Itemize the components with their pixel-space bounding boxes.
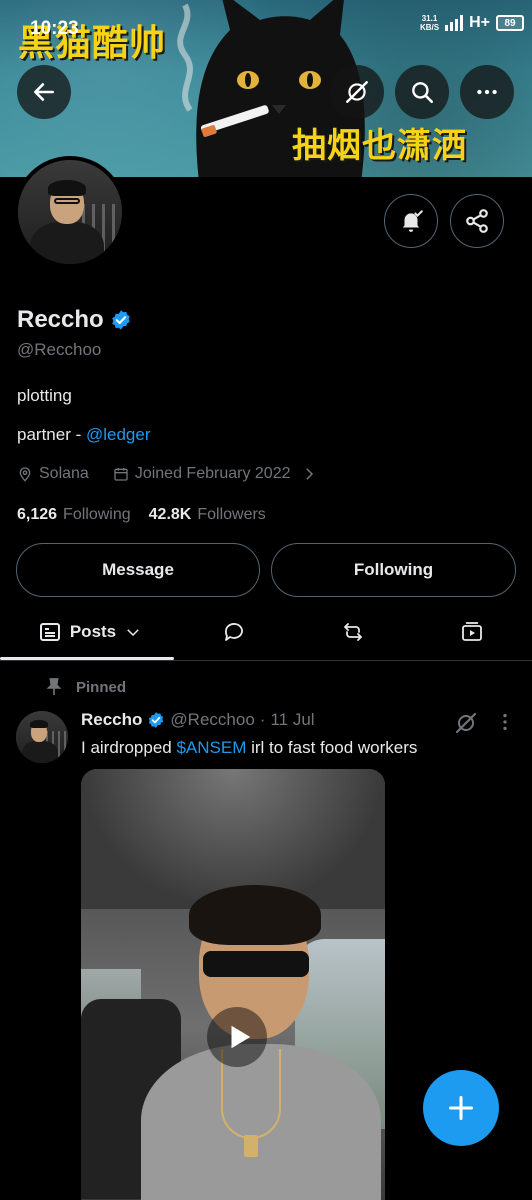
tab-posts[interactable]: Posts	[30, 605, 150, 659]
follow-stats: 6,126 Following 42.8K Followers	[17, 506, 266, 524]
plus-icon	[448, 1095, 474, 1121]
tweet-author-handle[interactable]: @Recchoo	[170, 710, 254, 730]
arrow-left-icon	[34, 83, 54, 101]
tweet-header: Reccho @Recchoo · 11 Jul	[81, 710, 315, 730]
more-button[interactable]	[460, 65, 514, 119]
bio-partner-prefix: partner -	[17, 425, 86, 444]
message-button[interactable]: Message	[16, 543, 260, 597]
tab-media[interactable]	[452, 605, 492, 659]
verified-badge-icon	[149, 712, 164, 728]
bio-ledger-link[interactable]: @ledger	[86, 425, 151, 444]
tab-replies[interactable]	[214, 605, 254, 659]
avatar-sm-hair	[30, 720, 48, 728]
tab-active-indicator	[0, 657, 174, 660]
followers-label[interactable]: Followers	[197, 506, 265, 524]
share-button[interactable]	[450, 194, 504, 248]
play-button[interactable]	[207, 1007, 267, 1067]
profile-joined: Joined February 2022	[134, 465, 291, 482]
profile-name: Reccho	[17, 306, 104, 333]
grok-icon	[346, 81, 368, 103]
tweet-cashtag[interactable]: $ANSEM	[176, 738, 246, 757]
tweet-date[interactable]: 11 Jul	[270, 710, 314, 730]
pinned-label: Pinned	[76, 678, 127, 696]
share-icon	[466, 209, 488, 233]
banner-text-bottom: 抽烟也潇洒	[292, 126, 467, 166]
grok-icon[interactable]	[454, 711, 478, 735]
compose-button[interactable]	[423, 1070, 499, 1146]
play-icon	[231, 1025, 251, 1049]
network-speed-value: 31.1	[421, 14, 438, 23]
back-button[interactable]	[17, 65, 71, 119]
chevron-right-icon[interactable]	[300, 465, 318, 483]
pinned-indicator: Pinned	[46, 678, 126, 696]
tab-reposts[interactable]	[333, 605, 373, 659]
profile-location: Solana	[39, 465, 89, 482]
reply-bubble-icon	[224, 623, 243, 641]
network-speed-unit: KB/S	[419, 23, 440, 32]
more-horizontal-icon	[477, 89, 497, 95]
location-pin-icon	[19, 467, 31, 482]
notifications-button[interactable]	[384, 194, 438, 248]
battery-level: 89	[504, 17, 516, 29]
network-type: H+	[469, 14, 490, 31]
repost-icon	[344, 623, 362, 641]
following-label[interactable]: Following	[63, 506, 131, 524]
more-vertical-icon[interactable]	[494, 711, 516, 733]
battery-icon: 89	[496, 15, 524, 31]
tweet-video[interactable]	[81, 769, 385, 1200]
tweet-text: I airdropped $ANSEM irl to fast food wor…	[81, 738, 417, 758]
tweet-separator: ·	[259, 710, 266, 729]
tweet-author-avatar[interactable]	[16, 711, 68, 763]
avatar-glasses	[54, 198, 80, 204]
tweet-author-name[interactable]: Reccho	[81, 710, 142, 730]
media-icon	[462, 622, 482, 641]
grok-button[interactable]	[330, 65, 384, 119]
network-speed: 31.1 KB/S	[420, 14, 439, 32]
profile-handle: @Recchoo	[17, 340, 102, 359]
tab-posts-label: Posts	[69, 622, 117, 641]
status-time: 10:23	[30, 18, 79, 39]
following-count[interactable]: 6,126	[17, 506, 57, 524]
avatar-sm-body	[22, 741, 58, 763]
profile-bio-line1: plotting	[17, 386, 72, 405]
tweet-text-end: irl to fast food workers	[246, 738, 418, 757]
bell-check-icon	[402, 210, 423, 232]
profile-name-row: Reccho	[17, 306, 132, 334]
video-person-hair	[189, 885, 321, 945]
avatar-hair	[48, 180, 86, 196]
search-button[interactable]	[395, 65, 449, 119]
profile-avatar[interactable]	[14, 156, 126, 268]
profile-meta: Solana Joined February 2022	[17, 465, 318, 483]
search-icon	[412, 82, 434, 104]
video-person-sunglasses	[203, 951, 309, 977]
chevron-down-icon	[127, 629, 139, 637]
status-indicators: 31.1 KB/S H+ 89	[420, 14, 524, 32]
avatar-body	[30, 222, 104, 264]
posts-list-icon	[39, 623, 60, 641]
profile-tabs: Posts	[0, 605, 532, 661]
pin-icon	[46, 678, 62, 696]
followers-count[interactable]: 42.8K	[149, 506, 192, 524]
video-person-pendant	[244, 1135, 258, 1157]
signal-bars-icon	[445, 15, 464, 31]
verified-badge-icon[interactable]	[110, 309, 132, 331]
following-button[interactable]: Following	[271, 543, 516, 597]
tweet-text-start: I airdropped	[81, 738, 177, 757]
profile-bio-line2: partner - @ledger	[17, 425, 151, 445]
calendar-icon	[114, 468, 128, 481]
